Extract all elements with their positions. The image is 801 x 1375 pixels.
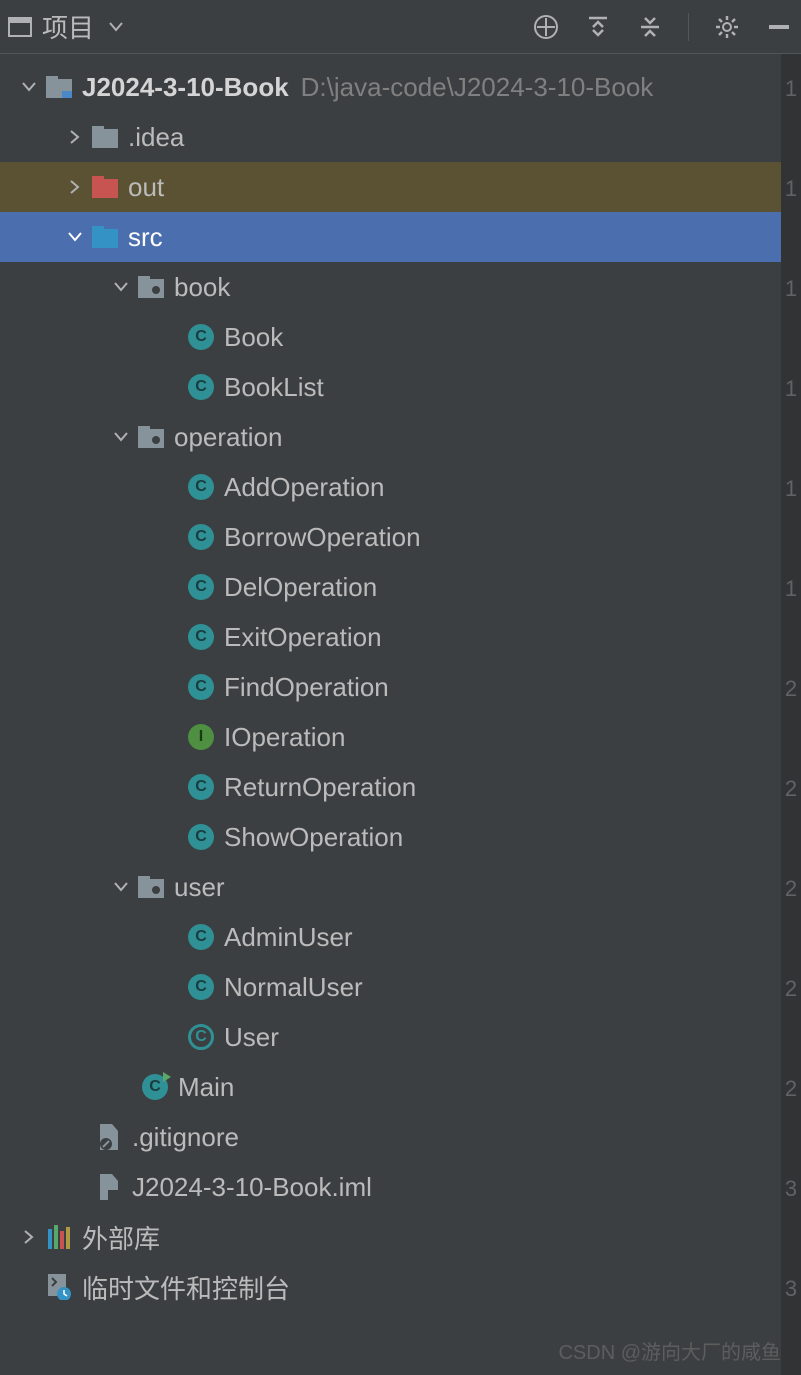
tree-item-normaluser[interactable]: C NormalUser (0, 962, 801, 1012)
module-icon (44, 72, 74, 102)
root-name: J2024-3-10-Book (82, 72, 289, 103)
tree-item-delop[interactable]: C DelOperation (0, 562, 801, 612)
tree-item-iop[interactable]: I IOperation (0, 712, 801, 762)
item-label: AdminUser (224, 922, 353, 953)
runnable-class-icon: C (140, 1072, 170, 1102)
dropdown-chevron-icon[interactable] (104, 15, 128, 39)
folder-icon (90, 122, 120, 152)
package-icon (136, 872, 166, 902)
item-label: 临时文件和控制台 (82, 1269, 290, 1306)
item-label: out (128, 172, 164, 203)
project-toolbar: 项目 (0, 0, 801, 54)
editor-gutter: 1111112222233 (781, 54, 801, 1375)
abstract-class-icon: C (186, 1022, 216, 1052)
chevron-down-icon[interactable] (106, 282, 136, 292)
expand-all-icon[interactable] (584, 13, 612, 41)
collapse-all-icon[interactable] (636, 13, 664, 41)
toolbar-divider (688, 13, 689, 41)
tree-item-findop[interactable]: C FindOperation (0, 662, 801, 712)
tree-item-showop[interactable]: C ShowOperation (0, 812, 801, 862)
chevron-right-icon[interactable] (60, 130, 90, 144)
item-label: J2024-3-10-Book.iml (132, 1172, 372, 1203)
tree-item-book[interactable]: C Book (0, 312, 801, 362)
item-label: ExitOperation (224, 622, 382, 653)
tree-item-main[interactable]: C Main (0, 1062, 801, 1112)
chevron-down-icon[interactable] (60, 232, 90, 242)
package-icon (136, 272, 166, 302)
project-tree[interactable]: J2024-3-10-Book D:\java-code\J2024-3-10-… (0, 54, 801, 1375)
item-label: DelOperation (224, 572, 377, 603)
class-icon: C (186, 822, 216, 852)
item-label: IOperation (224, 722, 345, 753)
toolbar-right (532, 13, 793, 41)
class-icon: C (186, 522, 216, 552)
excluded-folder-icon (90, 172, 120, 202)
item-label: book (174, 272, 230, 303)
tree-item-addop[interactable]: C AddOperation (0, 462, 801, 512)
file-icon (94, 1122, 124, 1152)
item-label: ShowOperation (224, 822, 403, 853)
project-view-icon (8, 15, 32, 39)
item-label: Book (224, 322, 283, 353)
item-label: operation (174, 422, 282, 453)
class-icon: C (186, 772, 216, 802)
tree-item-exitop[interactable]: C ExitOperation (0, 612, 801, 662)
chevron-right-icon[interactable] (60, 180, 90, 194)
item-label: user (174, 872, 225, 903)
class-icon: C (186, 922, 216, 952)
interface-icon: I (186, 722, 216, 752)
item-label: BookList (224, 372, 324, 403)
class-icon: C (186, 672, 216, 702)
package-icon (136, 422, 166, 452)
watermark: CSDN @游向大厂的咸鱼 (558, 1336, 781, 1365)
source-folder-icon (90, 222, 120, 252)
tree-item-idea[interactable]: .idea (0, 112, 801, 162)
tree-item-iml[interactable]: J2024-3-10-Book.iml (0, 1162, 801, 1212)
scratches-icon (44, 1272, 74, 1302)
chevron-down-icon[interactable] (106, 882, 136, 892)
tree-item-scratches[interactable]: 临时文件和控制台 (0, 1262, 801, 1312)
class-icon: C (186, 622, 216, 652)
tree-item-out[interactable]: out (0, 162, 801, 212)
item-label: 外部库 (82, 1219, 160, 1256)
tree-item-borrowop[interactable]: C BorrowOperation (0, 512, 801, 562)
item-label: ReturnOperation (224, 772, 416, 803)
gear-icon[interactable] (713, 13, 741, 41)
toolbar-left: 项目 (8, 8, 128, 45)
chevron-down-icon[interactable] (106, 432, 136, 442)
class-icon: C (186, 322, 216, 352)
item-label: Main (178, 1072, 234, 1103)
tree-item-user-pkg[interactable]: user (0, 862, 801, 912)
tree-item-gitignore[interactable]: .gitignore (0, 1112, 801, 1162)
tree-item-user-class[interactable]: C User (0, 1012, 801, 1062)
tree-item-book-pkg[interactable]: book (0, 262, 801, 312)
tree-item-src[interactable]: src (0, 212, 801, 262)
item-label: .idea (128, 122, 184, 153)
root-path: D:\java-code\J2024-3-10-Book (301, 72, 654, 103)
item-label: .gitignore (132, 1122, 239, 1153)
tree-item-returnop[interactable]: C ReturnOperation (0, 762, 801, 812)
toolbar-title: 项目 (42, 8, 94, 45)
item-label: BorrowOperation (224, 522, 421, 553)
class-icon: C (186, 472, 216, 502)
tree-item-booklist[interactable]: C BookList (0, 362, 801, 412)
class-icon: C (186, 372, 216, 402)
tree-item-operation-pkg[interactable]: operation (0, 412, 801, 462)
select-opened-file-icon[interactable] (532, 13, 560, 41)
item-label: AddOperation (224, 472, 384, 503)
tree-root[interactable]: J2024-3-10-Book D:\java-code\J2024-3-10-… (0, 62, 801, 112)
item-label: FindOperation (224, 672, 389, 703)
iml-file-icon (94, 1172, 124, 1202)
item-label: src (128, 222, 163, 253)
class-icon: C (186, 972, 216, 1002)
hide-icon[interactable] (765, 13, 793, 41)
chevron-down-icon[interactable] (14, 82, 44, 92)
tree-item-adminuser[interactable]: C AdminUser (0, 912, 801, 962)
libraries-icon (44, 1222, 74, 1252)
tree-item-external-libs[interactable]: 外部库 (0, 1212, 801, 1262)
item-label: NormalUser (224, 972, 363, 1003)
class-icon: C (186, 572, 216, 602)
chevron-right-icon[interactable] (14, 1230, 44, 1244)
item-label: User (224, 1022, 279, 1053)
